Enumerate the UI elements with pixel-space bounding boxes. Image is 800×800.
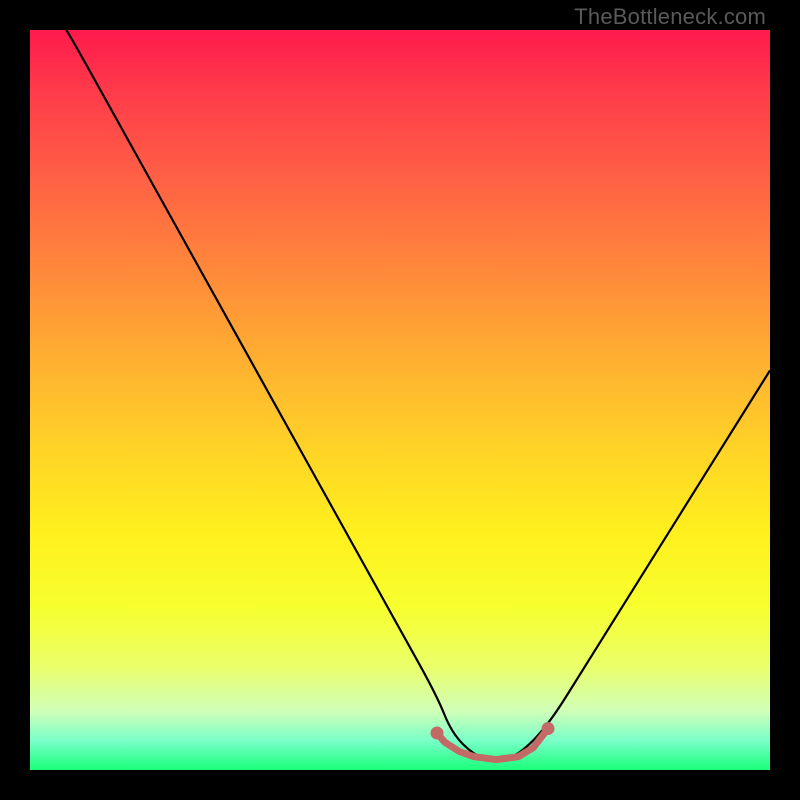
marker-end-dot [542, 722, 555, 735]
plot-area [30, 30, 770, 770]
bottleneck-curve [30, 30, 770, 761]
curve-layer [30, 30, 770, 770]
watermark-text: TheBottleneck.com [574, 4, 766, 30]
chart-frame: TheBottleneck.com [0, 0, 800, 800]
marker-end-dot [431, 727, 444, 740]
